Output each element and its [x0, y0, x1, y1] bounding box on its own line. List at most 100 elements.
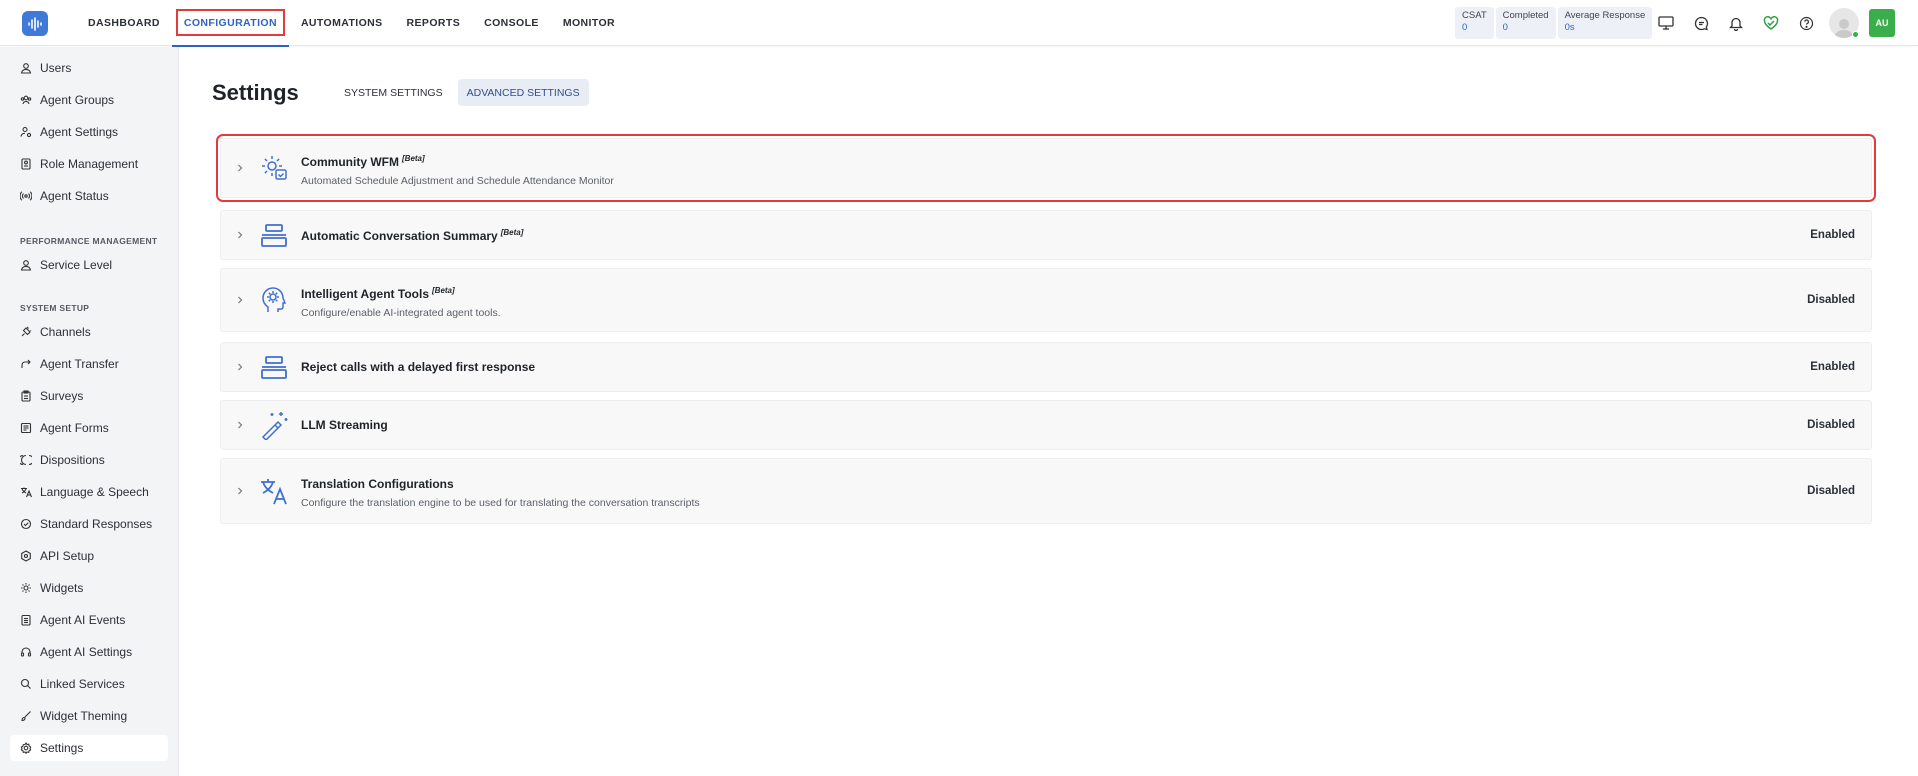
sidebar-item-label: Service Level [40, 258, 113, 272]
card-title: Translation Configurations [301, 477, 454, 491]
sidebar-item-agent-ai-events[interactable]: Agent AI Events [10, 607, 168, 633]
user-initials-badge[interactable]: AU [1869, 9, 1895, 37]
group-icon [20, 95, 32, 105]
nav-dashboard[interactable]: DASHBOARD [76, 0, 172, 46]
user-avatar[interactable] [1829, 8, 1859, 38]
ai-head-icon [262, 287, 287, 312]
sidebar-item-widget-theming[interactable]: Widget Theming [10, 703, 168, 729]
nav-monitor[interactable]: MONITOR [551, 0, 627, 46]
sidebar-item-label: Widgets [40, 581, 84, 595]
sidebar-item-service-level[interactable]: Service Level [10, 252, 168, 278]
beta-badge: [Beta] [402, 154, 425, 163]
nav-label: CONSOLE [484, 17, 539, 29]
sidebar-item-standard-responses[interactable]: Standard Responses [10, 511, 168, 537]
page-title: Settings [212, 80, 299, 105]
app-logo[interactable] [22, 11, 48, 36]
card-title: Intelligent Agent Tools [Beta] [301, 286, 455, 301]
magic-wand-icon [261, 412, 288, 440]
id-card-icon [21, 158, 31, 170]
sidebar-item-label: Linked Services [40, 677, 125, 691]
stat-value: 0 [1502, 22, 1508, 33]
stat-value: 0s [1564, 22, 1575, 33]
sidebar-item-channels[interactable]: Channels [10, 319, 168, 345]
nav-configuration[interactable]: CONFIGURATION [171, 0, 290, 47]
main-nav: DASHBOARD CONFIGURATION AUTOMATIONS REPO… [76, 0, 627, 47]
bell-icon[interactable] [1725, 12, 1747, 34]
sidebar-item-api-setup[interactable]: API Setup [10, 543, 168, 569]
sidebar-item-agent-transfer[interactable]: Agent Transfer [10, 351, 168, 377]
tab-advanced-settings[interactable]: ADVANCED SETTINGS [457, 79, 589, 106]
sidebar-item-language-speech[interactable]: Language & Speech [10, 479, 168, 505]
widget-gear-icon [21, 583, 31, 593]
stat-label: Completed [1502, 10, 1549, 21]
api-icon [21, 550, 31, 562]
stat-completed: Completed 0 [1495, 7, 1556, 39]
translate-icon [261, 479, 287, 505]
sidebar-item-label: Agent AI Events [40, 613, 126, 627]
check-circle-icon [20, 518, 32, 530]
nav-console[interactable]: CONSOLE [472, 0, 551, 46]
beta-badge: [Beta] [500, 228, 524, 237]
highlight-box [175, 9, 285, 36]
sidebar-item-linked-services[interactable]: Linked Services [10, 671, 168, 697]
tab-system-settings[interactable]: SYSTEM SETTINGS [335, 79, 452, 106]
nav-automations[interactable]: AUTOMATIONS [289, 0, 395, 46]
card-title-text: Automatic Conversation Summary [301, 229, 498, 243]
sidebar-item-agent-forms[interactable]: Agent Forms [10, 415, 168, 441]
transfer-icon [21, 359, 31, 368]
user-gear-icon [20, 126, 32, 138]
nav-label: AUTOMATIONS [300, 17, 383, 29]
sidebar-item-widgets[interactable]: Widgets [10, 575, 168, 601]
clipboard-icon [21, 390, 31, 402]
help-icon[interactable] [1795, 12, 1817, 34]
setting-card-intelligent-agent-tools[interactable]: Intelligent Agent Tools [Beta] Configure/… [220, 268, 1872, 332]
sidebar-item-agent-groups[interactable]: Agent Groups [10, 87, 168, 113]
top-bar: DASHBOARD CONFIGURATION AUTOMATIONS REPO… [0, 0, 1918, 47]
setting-card-reject-calls[interactable]: Reject calls with a delayed first respon… [220, 342, 1872, 392]
chevron-right-icon [238, 296, 243, 304]
card-description: Automated Schedule Adjustment and Schedu… [301, 175, 614, 187]
status-text: Disabled [1807, 419, 1855, 431]
card-title: Community WFM [Beta] [301, 154, 425, 169]
brush-icon [21, 711, 31, 722]
heart-check-icon[interactable] [1760, 12, 1782, 34]
form-icon [20, 422, 32, 434]
stat-label: CSAT [1462, 10, 1487, 21]
sidebar-item-dispositions[interactable]: Dispositions [10, 447, 168, 473]
sidebar-item-label: Agent Status [40, 189, 109, 203]
nav-label: DASHBOARD [88, 17, 160, 29]
sidebar-item-agent-settings[interactable]: Agent Settings [10, 119, 168, 145]
card-description: Configure/enable AI-integrated agent too… [301, 307, 501, 319]
sidebar-item-label: Users [40, 61, 72, 75]
section-heading-system: SYSTEM SETUP [20, 303, 90, 313]
sidebar-item-users[interactable]: Users [10, 55, 168, 81]
stat-value: 0 [1462, 22, 1468, 33]
nav-reports[interactable]: REPORTS [395, 0, 473, 46]
sidebar: Users Agent Groups Agent Settings Role M… [0, 47, 179, 776]
sidebar-item-settings[interactable]: Settings [10, 735, 168, 761]
tab-label: SYSTEM SETTINGS [344, 86, 443, 99]
setting-card-community-wfm[interactable]: Community WFM [Beta] Automated Schedule A… [216, 134, 1876, 202]
chevron-right-icon [238, 231, 243, 239]
logo-icon [28, 16, 42, 31]
sidebar-item-agent-status[interactable]: Agent Status [10, 183, 168, 209]
sidebar-item-role-management[interactable]: Role Management [10, 151, 168, 177]
summary-icon [261, 356, 287, 379]
translate-icon [21, 487, 32, 498]
setting-card-llm-streaming[interactable]: LLM Streaming Disabled [220, 400, 1872, 450]
sidebar-item-label: Language & Speech [40, 485, 149, 499]
stat-label: Average Response [1564, 10, 1646, 21]
headset-icon [20, 647, 32, 657]
stat-average-response: Average Response 0s [1557, 7, 1653, 39]
sidebar-item-surveys[interactable]: Surveys [10, 383, 168, 409]
setting-card-translation-configurations[interactable]: Translation Configurations Configure the… [220, 458, 1872, 524]
events-icon [21, 614, 31, 626]
card-title: Reject calls with a delayed first respon… [301, 360, 536, 374]
monitor-icon[interactable] [1655, 12, 1677, 34]
search-icon [20, 678, 31, 689]
status-text: Enabled [1810, 229, 1855, 241]
sidebar-item-agent-ai-settings[interactable]: Agent AI Settings [10, 639, 168, 665]
beta-badge: [Beta] [432, 286, 455, 295]
chat-icon[interactable] [1690, 12, 1712, 34]
setting-card-automatic-conversation-summary[interactable]: Automatic Conversation Summary [Beta] Ena… [220, 210, 1872, 260]
